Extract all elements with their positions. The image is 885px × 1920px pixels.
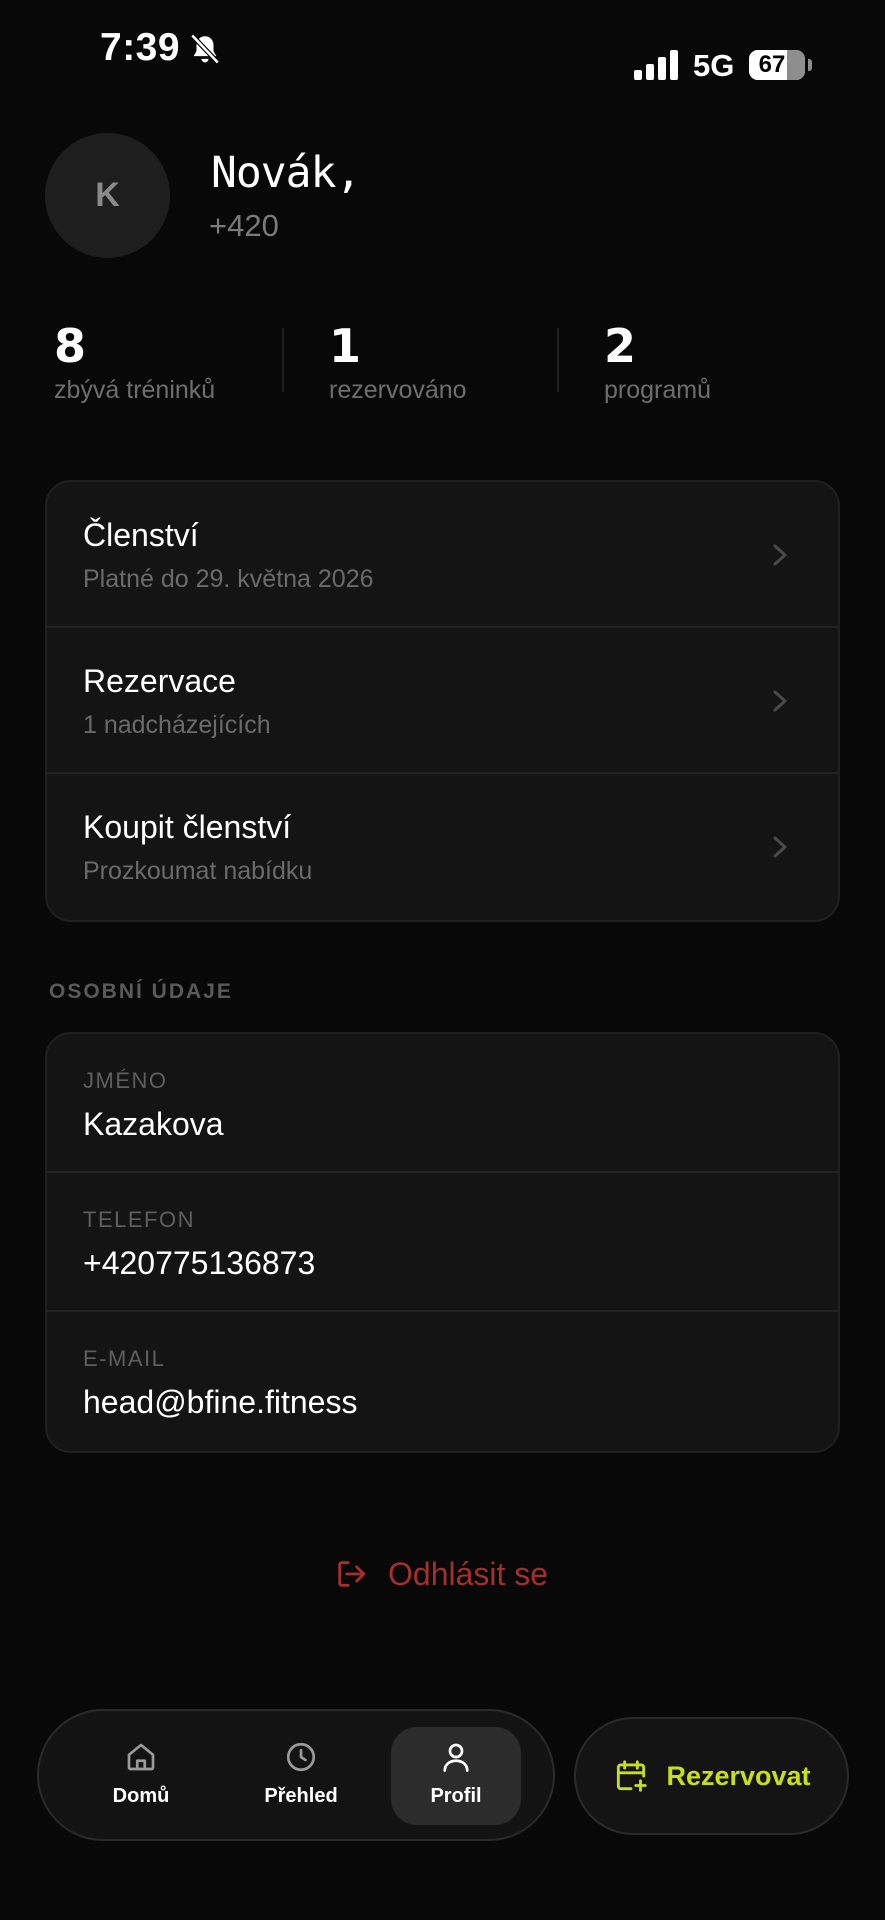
user-icon [443, 1743, 469, 1772]
stat-value: 2 [604, 319, 637, 373]
menu-item-subtitle: Platné do 29. května 2026 [83, 565, 374, 593]
info-value: +420775136873 [83, 1245, 316, 1281]
info-row-name: JMÉNO Kazakova [47, 1034, 838, 1173]
nav-label: Přehled [264, 1785, 338, 1807]
reserve-button[interactable]: Rezervovat [574, 1717, 849, 1835]
logout-icon [338, 1561, 366, 1587]
reserve-label: Rezervovat [666, 1760, 811, 1791]
info-label: JMÉNO [83, 1068, 168, 1093]
info-label: TELEFON [83, 1207, 195, 1232]
home-icon [127, 1743, 155, 1771]
menu-item-membership[interactable]: Členství Platné do 29. května 2026 [47, 482, 838, 628]
stat-divider [282, 328, 284, 392]
battery-tip [808, 59, 812, 71]
nav-item-profile[interactable]: Profil [391, 1727, 521, 1825]
profile-phone: +420 [209, 208, 279, 243]
menu-item-reservations[interactable]: Rezervace 1 nadcházejících [47, 628, 838, 774]
calendar-plus-icon [617, 1760, 648, 1792]
bell-slash-icon [190, 33, 220, 65]
info-value: Kazakova [83, 1106, 224, 1142]
battery-percent: 67 [758, 51, 786, 78]
menu-item-subtitle: Prozkoumat nabídku [83, 857, 313, 885]
info-row-phone: TELEFON +420775136873 [47, 1173, 838, 1312]
info-label: E-MAIL [83, 1346, 166, 1371]
status-bar: 7:39 5G 67 [0, 0, 885, 110]
chevron-right-icon [773, 690, 787, 712]
nav-label: Domů [112, 1785, 170, 1807]
menu-item-title: Rezervace [83, 663, 236, 699]
logout-label: Odhlásit se [388, 1555, 549, 1592]
status-time: 7:39 [100, 26, 181, 69]
clock-icon [286, 1742, 316, 1772]
network-type: 5G [693, 48, 735, 83]
info-value: head@bfine.fitness [83, 1384, 358, 1420]
bottom-navigation: Domů Přehled Profil [37, 1709, 555, 1841]
menu-item-title: Členství [83, 517, 199, 553]
account-menu-card: Členství Platné do 29. května 2026 Rezer… [45, 480, 840, 922]
profile-name: Novák, [211, 148, 361, 198]
chevron-right-icon [773, 836, 787, 858]
logout-button[interactable]: Odhlásit se [334, 1552, 548, 1596]
signal-bars-icon [634, 50, 678, 80]
stat-label: programů [604, 376, 711, 404]
menu-item-subtitle: 1 nadcházejících [83, 711, 271, 739]
personal-info-card: JMÉNO Kazakova TELEFON +420775136873 E-M… [45, 1032, 840, 1453]
stat-programs: 2 programů [604, 318, 874, 405]
chevron-right-icon [773, 544, 787, 566]
battery-icon: 67 [749, 50, 805, 80]
avatar: K [45, 133, 170, 258]
stat-divider [557, 328, 559, 392]
menu-item-buy-membership[interactable]: Koupit členství Prozkoumat nabídku [47, 774, 838, 920]
nav-label: Profil [430, 1785, 482, 1807]
section-heading-personal: OSOBNÍ ÚDAJE [49, 980, 233, 1003]
menu-item-title: Koupit členství [83, 809, 292, 845]
info-row-email: E-MAIL head@bfine.fitness [47, 1312, 838, 1451]
nav-item-home[interactable]: Domů [76, 1727, 206, 1825]
nav-item-overview[interactable]: Přehled [236, 1727, 366, 1825]
